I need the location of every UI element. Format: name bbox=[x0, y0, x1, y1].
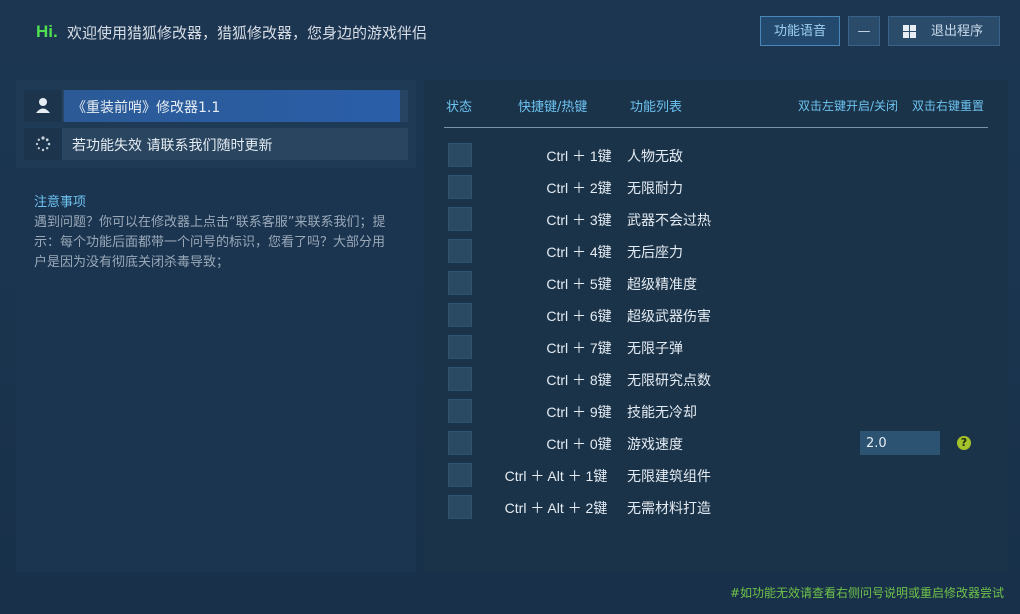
voice-function-button[interactable]: 功能语音 bbox=[760, 16, 840, 46]
hotkey-label: Ctrl ＋ 2键 bbox=[546, 180, 612, 196]
notes-body: 遇到问题？你可以在修改器上点击“联系客服”来联系我们；提示：每个功能后面都带一个… bbox=[34, 215, 386, 270]
user-icon bbox=[24, 90, 62, 122]
hotkey-label: Ctrl ＋ 4键 bbox=[546, 244, 612, 260]
hotkey-label: Ctrl ＋ 3键 bbox=[546, 212, 612, 228]
toggle-checkbox[interactable] bbox=[448, 399, 472, 423]
toggle-checkbox[interactable] bbox=[448, 207, 472, 231]
function-name[interactable]: 游戏速度 bbox=[627, 434, 683, 454]
notice-text: 若功能失效 请联系我们随时更新 bbox=[72, 138, 273, 154]
right-click-hint: 双击右键重置 bbox=[912, 99, 985, 113]
function-name[interactable]: 无限建筑组件 bbox=[627, 466, 711, 486]
function-name[interactable]: 无限研究点数 bbox=[627, 370, 711, 390]
header-divider bbox=[444, 127, 988, 128]
left-click-hint: 双击左键开启/关闭 bbox=[798, 99, 899, 113]
hotkey-label: Ctrl ＋ 8键 bbox=[546, 372, 612, 388]
toggle-checkbox[interactable] bbox=[448, 335, 472, 359]
hotkey-label: Ctrl ＋ 6键 bbox=[546, 308, 612, 324]
hotkey-header: 快捷键/热键 bbox=[518, 100, 588, 115]
function-name[interactable]: 无限耐力 bbox=[627, 178, 683, 198]
notes-title: 注意事项 bbox=[34, 195, 87, 210]
notes-panel: 注意事项 遇到问题？你可以在修改器上点击“联系客服”来联系我们；提示：每个功能后… bbox=[16, 176, 416, 572]
function-name[interactable]: 技能无冷却 bbox=[627, 402, 697, 422]
toggle-checkbox[interactable] bbox=[448, 175, 472, 199]
function-list-panel: 状态 快捷键/热键 功能列表 双击左键开启/关闭 双击右键重置 Ctrl ＋ 1… bbox=[424, 80, 1008, 572]
function-name[interactable]: 无需材料打造 bbox=[627, 498, 711, 518]
game-title-row[interactable]: 《重装前哨》修改器1.1 bbox=[24, 90, 408, 122]
game-title: 《重装前哨》修改器1.1 bbox=[72, 100, 221, 116]
toggle-checkbox[interactable] bbox=[448, 495, 472, 519]
hotkey-label: Ctrl ＋ Alt ＋ 1键 bbox=[504, 468, 608, 484]
loading-spinner-icon bbox=[24, 128, 62, 160]
game-info-panel: 《重装前哨》修改器1.1 若功能失效 请联系我们随时更新 bbox=[16, 80, 416, 168]
function-name[interactable]: 人物无敌 bbox=[627, 146, 683, 166]
hi-logo: Hi. bbox=[36, 22, 58, 41]
notice-row: 若功能失效 请联系我们随时更新 bbox=[24, 128, 408, 160]
toggle-checkbox[interactable] bbox=[448, 367, 472, 391]
hotkey-label: Ctrl ＋ 5键 bbox=[546, 276, 612, 292]
hotkey-label: Ctrl ＋ Alt ＋ 2键 bbox=[504, 500, 608, 516]
hotkey-label: Ctrl ＋ 7键 bbox=[546, 340, 612, 356]
function-list-header: 功能列表 bbox=[630, 100, 683, 115]
exit-button[interactable]: 退出程序 bbox=[888, 16, 1000, 46]
toggle-checkbox[interactable] bbox=[448, 431, 472, 455]
question-mark-icon[interactable]: ? bbox=[957, 436, 971, 450]
toggle-checkbox[interactable] bbox=[448, 463, 472, 487]
function-name[interactable]: 无限子弹 bbox=[627, 338, 683, 358]
hotkey-label: Ctrl ＋ 9键 bbox=[546, 404, 612, 420]
hotkey-label: Ctrl ＋ 0键 bbox=[546, 436, 612, 452]
function-name[interactable]: 超级武器伤害 bbox=[627, 306, 711, 326]
function-name[interactable]: 武器不会过热 bbox=[627, 210, 711, 230]
exit-button-label: 退出程序 bbox=[931, 24, 984, 39]
toggle-checkbox[interactable] bbox=[448, 239, 472, 263]
toggle-checkbox[interactable] bbox=[448, 143, 472, 167]
game-speed-input[interactable] bbox=[860, 431, 940, 455]
function-name[interactable]: 超级精准度 bbox=[627, 274, 697, 294]
welcome-text: 欢迎使用猎狐修改器，猎狐修改器，您身边的游戏伴侣 bbox=[67, 24, 428, 42]
title-bar: Hi. 欢迎使用猎狐修改器，猎狐修改器，您身边的游戏伴侣 功能语音 — 退出程序 bbox=[0, 0, 1020, 64]
status-header: 状态 bbox=[446, 100, 473, 115]
minimize-button[interactable]: — bbox=[848, 16, 880, 46]
function-name[interactable]: 无后座力 bbox=[627, 242, 683, 262]
windows-icon bbox=[903, 25, 916, 38]
footer-hint: #如功能无效请查看右侧问号说明或重启修改器尝试 bbox=[729, 586, 1004, 600]
toggle-checkbox[interactable] bbox=[448, 271, 472, 295]
hotkey-label: Ctrl ＋ 1键 bbox=[546, 148, 612, 164]
toggle-checkbox[interactable] bbox=[448, 303, 472, 327]
